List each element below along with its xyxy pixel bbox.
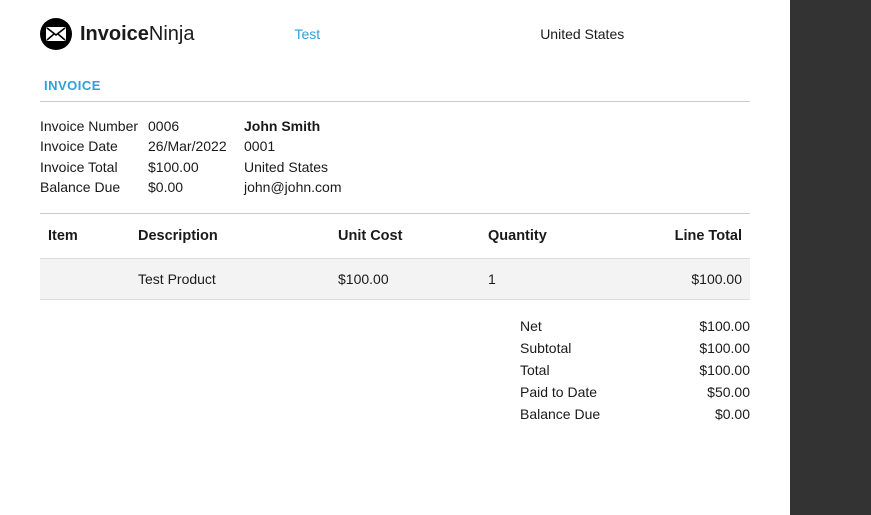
value-invoice-number: 0006 — [148, 116, 244, 136]
logo-text: InvoiceNinja — [80, 23, 195, 46]
table-header-row: Item Description Unit Cost Quantity Line… — [40, 214, 750, 259]
label-invoice-total: Invoice Total — [40, 157, 148, 177]
label-total: Total — [520, 362, 660, 378]
company-link[interactable]: Test — [295, 26, 321, 42]
cell-unit-cost: $100.00 — [330, 259, 480, 300]
client-block: John Smith 0001 United States john@john.… — [244, 116, 342, 197]
divider — [40, 101, 750, 102]
invoice-totals: Net $100.00 Subtotal $100.00 Total $100.… — [40, 318, 750, 422]
value-total: $100.00 — [660, 362, 750, 378]
cell-line-total: $100.00 — [600, 259, 750, 300]
label-invoice-date: Invoice Date — [40, 136, 148, 156]
label-balance-due-total: Balance Due — [520, 406, 660, 422]
cell-item — [40, 259, 130, 300]
cell-description: Test Product — [130, 259, 330, 300]
label-invoice-number: Invoice Number — [40, 116, 148, 136]
value-net: $100.00 — [660, 318, 750, 334]
client-country: United States — [244, 157, 342, 177]
envelope-icon — [40, 18, 72, 50]
value-invoice-total: $100.00 — [148, 157, 244, 177]
value-invoice-date: 26/Mar/2022 — [148, 136, 244, 156]
document-title: INVOICE — [40, 78, 750, 93]
invoice-page: InvoiceNinja Test United States INVOICE … — [0, 0, 790, 515]
client-code: 0001 — [244, 136, 342, 156]
value-balance-due: $0.00 — [148, 177, 244, 197]
logo-text-regular: Ninja — [149, 23, 195, 45]
client-email: john@john.com — [244, 177, 342, 197]
value-subtotal: $100.00 — [660, 340, 750, 356]
meta-labels: Invoice Number Invoice Date Invoice Tota… — [40, 116, 148, 197]
label-net: Net — [520, 318, 660, 334]
table-row: Test Product $100.00 1 $100.00 — [40, 259, 750, 300]
logo-text-bold: Invoice — [80, 23, 149, 45]
invoice-meta: Invoice Number Invoice Date Invoice Tota… — [40, 116, 750, 197]
col-quantity: Quantity — [480, 214, 600, 259]
label-subtotal: Subtotal — [520, 340, 660, 356]
client-name: John Smith — [244, 116, 342, 136]
col-line-total: Line Total — [600, 214, 750, 259]
line-items-table: Item Description Unit Cost Quantity Line… — [40, 214, 750, 300]
value-paid-to-date: $50.00 — [660, 384, 750, 400]
col-description: Description — [130, 214, 330, 259]
label-paid-to-date: Paid to Date — [520, 384, 660, 400]
company-country: United States — [540, 26, 624, 42]
col-item: Item — [40, 214, 130, 259]
label-balance-due: Balance Due — [40, 177, 148, 197]
cell-quantity: 1 — [480, 259, 600, 300]
value-balance-due-total: $0.00 — [660, 406, 750, 422]
logo: InvoiceNinja — [40, 18, 195, 50]
page-header: InvoiceNinja Test United States — [40, 18, 750, 50]
meta-values: 0006 26/Mar/2022 $100.00 $0.00 — [148, 116, 244, 197]
col-unit-cost: Unit Cost — [330, 214, 480, 259]
